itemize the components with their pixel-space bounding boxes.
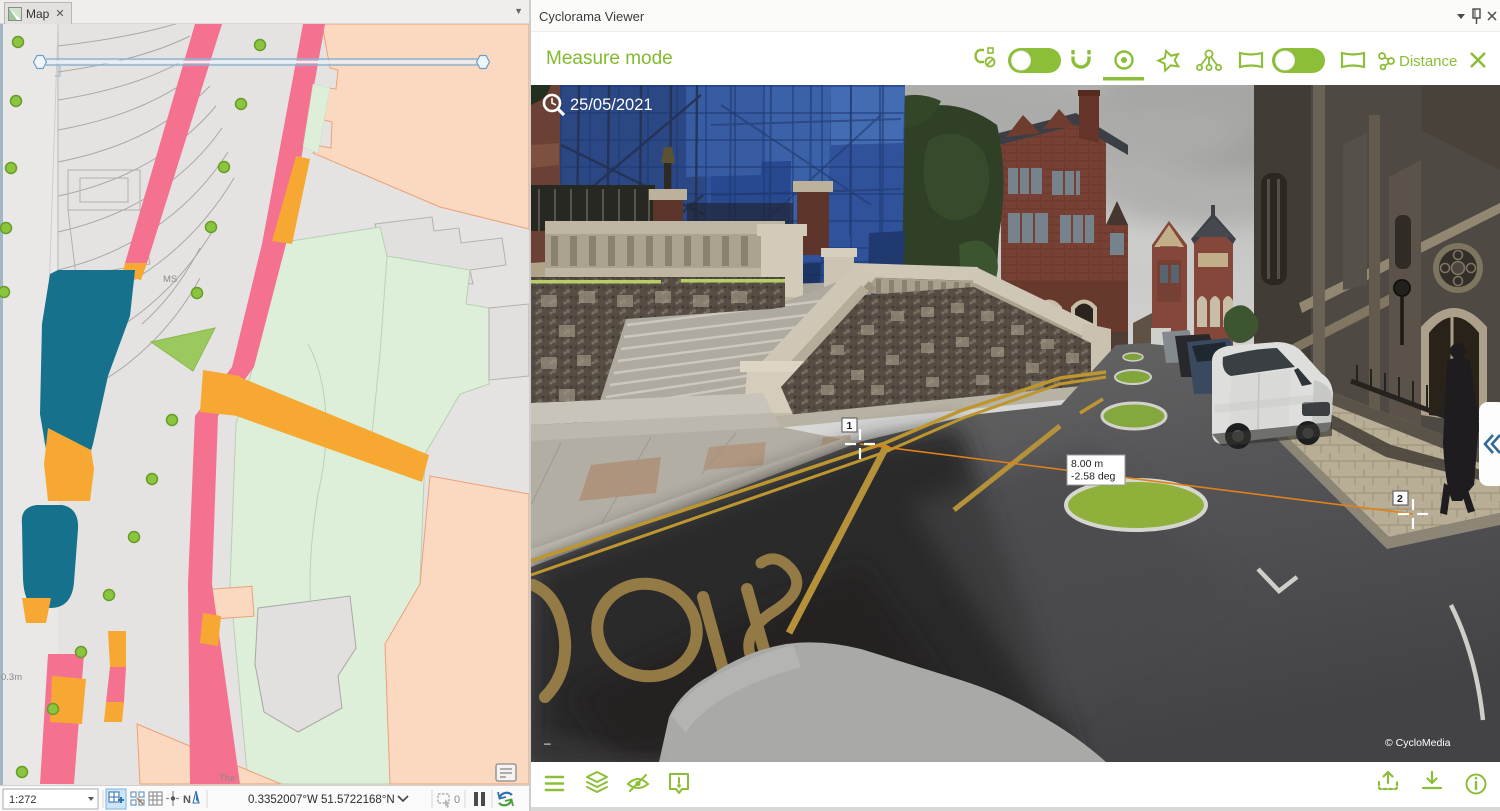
svg-text:1: 1 [847,420,853,432]
svg-text:1:272: 1:272 [9,794,37,806]
svg-text:Distance: Distance [1399,53,1457,70]
svg-text:N: N [183,794,191,806]
svg-text:2: 2 [1397,493,1403,505]
svg-text:0.3m: 0.3m [1,672,22,683]
svg-text:-2.58 deg: -2.58 deg [1071,471,1116,483]
svg-text:8.00 m: 8.00 m [1071,458,1103,470]
svg-text:0: 0 [454,794,460,806]
svg-text:MS: MS [163,274,177,285]
svg-text:25/05/2021: 25/05/2021 [570,96,653,114]
svg-text:–: – [544,736,551,750]
svg-text:© CycloMedia: © CycloMedia [1385,737,1451,749]
svg-text:0.3352007°W 51.5722168°N: 0.3352007°W 51.5722168°N [248,794,395,806]
svg-text:The: The [219,773,235,784]
